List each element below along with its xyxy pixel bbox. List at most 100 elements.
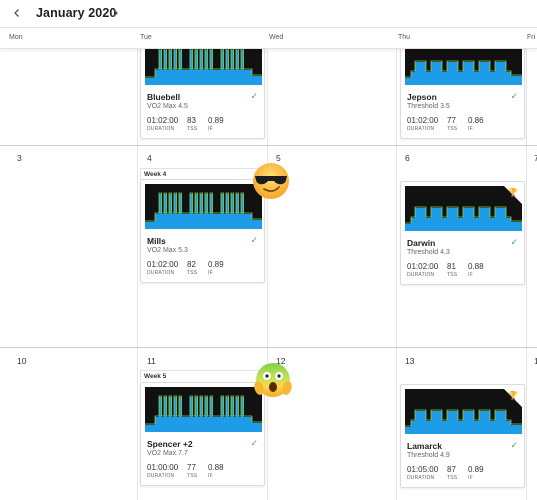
week-label[interactable]: Week 4 [140,168,265,179]
duration-value: 01:02:00 [407,262,439,271]
duration-label: DURATION [147,473,175,479]
workout-subtitle: Threshold 4.3 [407,249,450,256]
tss-label: TSS [447,272,458,278]
workout-subtitle: Threshold 3.5 [407,103,450,110]
check-icon: ✓ [250,438,258,448]
tss-value: 82 [187,260,196,269]
weekday-label: Wed [269,34,284,41]
duration-label: DURATION [407,475,435,481]
if-label: IF [208,126,213,132]
workout-card[interactable]: 🏆 Darwin ✓ Threshold 4.3 01:02:00 81 0.8… [400,181,525,285]
week-label[interactable]: Week 5 [140,370,265,381]
date-number[interactable]: 11 [147,356,156,366]
workout-card[interactable]: Spencer +2 ✓ VO2 Max 7.7 01:00:00 77 0.8… [140,382,265,486]
workout-card[interactable]: Bluebell ✓ VO2 Max 4.5 01:02:00 83 0.89 … [140,49,265,139]
month-title: January 2020 [36,6,117,20]
tss-value: 83 [187,116,196,125]
calendar-grid: 3 4 5 6 7 10 11 12 13 1 Week 4 Week 5 Bl… [0,49,537,500]
date-number[interactable]: 6 [405,153,410,163]
tss-value: 81 [447,262,456,271]
date-number[interactable]: 10 [17,356,26,366]
duration-label: DURATION [407,272,435,278]
workout-card[interactable]: 🏆 Lamarck ✓ Threshold 4.9 01:05:00 87 0.… [400,384,525,488]
check-icon: ✓ [250,235,258,245]
column-divider [137,49,138,500]
trophy-icon: 🏆 [508,391,518,400]
workout-chart [405,49,522,85]
if-label: IF [208,473,213,479]
power-profile-area [405,411,522,434]
tss-label: TSS [187,126,198,132]
column-divider [267,49,268,500]
duration-value: 01:02:00 [147,260,179,269]
if-value: 0.89 [468,465,484,474]
tss-label: TSS [447,475,458,481]
workout-chart [405,389,522,434]
tss-label: TSS [447,126,458,132]
check-icon: ✓ [250,91,258,101]
date-number[interactable]: 3 [17,153,22,163]
column-divider [526,49,527,500]
duration-label: DURATION [147,270,175,276]
weekday-label: Tue [140,34,152,41]
if-label: IF [468,475,473,481]
workout-chart [145,49,262,85]
duration-value: 01:02:00 [407,116,439,125]
if-label: IF [468,126,473,132]
workout-name: Bluebell [147,92,181,102]
duration-label: DURATION [147,126,175,132]
if-value: 0.88 [208,463,224,472]
check-icon: ✓ [510,91,518,101]
power-profile-area [145,50,262,85]
chevron-left-icon[interactable] [8,4,26,22]
if-label: IF [468,272,473,278]
tss-value: 77 [447,116,456,125]
workout-subtitle: VO2 Max 5.3 [147,247,188,254]
if-value: 0.86 [468,116,484,125]
tss-value: 77 [187,463,196,472]
chevron-right-icon[interactable] [106,4,124,22]
workout-card[interactable]: Mills ✓ VO2 Max 5.3 01:02:00 82 0.89 DUR… [140,179,265,283]
date-number[interactable]: 13 [405,356,414,366]
workout-subtitle: Threshold 4.9 [407,452,450,459]
check-icon: ✓ [510,237,518,247]
sunglasses-emoji [253,163,289,199]
check-icon: ✓ [510,440,518,450]
column-divider [396,49,397,500]
workout-chart [145,184,262,229]
workout-name: Mills [147,236,166,246]
duration-value: 01:02:00 [147,116,179,125]
power-profile-area [145,194,262,229]
scared-emoji [254,363,292,397]
workout-subtitle: VO2 Max 4.5 [147,103,188,110]
workout-name: Lamarck [407,441,442,451]
calendar-header: January 2020 [0,0,537,27]
power-profile-area [405,62,522,85]
duration-label: DURATION [407,126,435,132]
duration-value: 01:00:00 [147,463,179,472]
workout-card[interactable]: Jepson ✓ Threshold 3.5 01:02:00 77 0.86 … [400,49,525,139]
weekday-label: Fri [527,34,536,41]
if-value: 0.89 [208,116,224,125]
tss-value: 87 [447,465,456,474]
workout-name: Jepson [407,92,437,102]
workout-subtitle: VO2 Max 7.7 [147,450,188,457]
weekday-header: Mon Tue Wed Thu Fri [0,27,537,49]
trophy-icon: 🏆 [508,188,518,197]
workout-name: Spencer +2 [147,439,193,449]
if-label: IF [208,270,213,276]
weekday-label: Thu [398,34,411,41]
power-profile-area [145,397,262,432]
if-value: 0.88 [468,262,484,271]
date-number[interactable]: 4 [147,153,152,163]
workout-name: Darwin [407,238,436,248]
power-profile-area [405,208,522,231]
workout-chart [145,387,262,432]
week-divider [0,347,537,348]
weekday-label: Mon [9,34,23,41]
tss-label: TSS [187,473,198,479]
duration-value: 01:05:00 [407,465,439,474]
workout-chart [405,186,522,231]
tss-label: TSS [187,270,198,276]
if-value: 0.89 [208,260,224,269]
